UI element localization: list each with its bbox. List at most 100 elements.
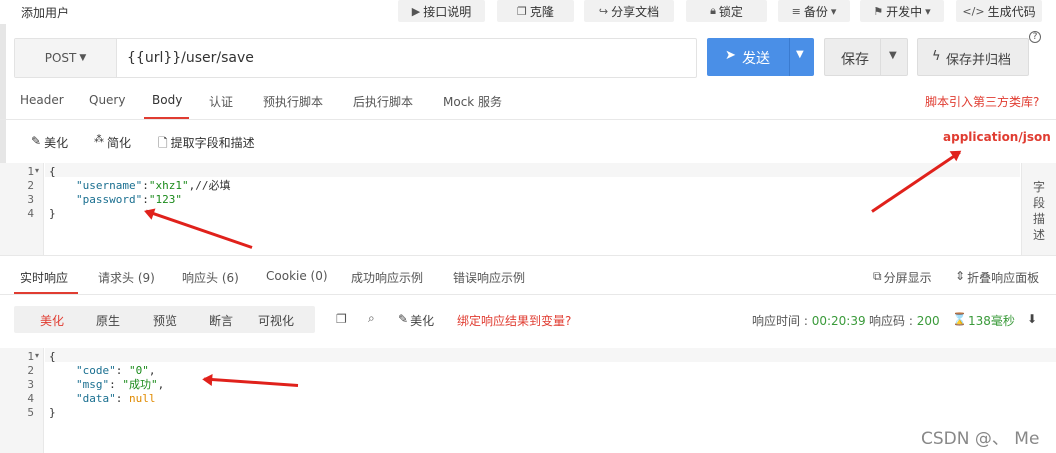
pen-icon: ✎ xyxy=(31,134,42,148)
tab-header[interactable]: Header xyxy=(20,93,64,107)
code-line-4: } xyxy=(49,207,230,221)
bind-variable-link[interactable]: 绑定响应结果到变量? xyxy=(457,312,571,329)
send-label: 发送 xyxy=(742,51,770,67)
code-line-1: { xyxy=(49,350,164,364)
view-mode-beautify[interactable]: 美化 xyxy=(40,312,64,329)
send-button[interactable]: ➤ 发送 ▼ xyxy=(707,38,814,76)
method-select[interactable]: POST ▼ xyxy=(15,39,117,77)
share-button[interactable]: ↪ 分享文档 xyxy=(584,0,674,22)
view-mode-assert[interactable]: 断言 xyxy=(209,312,233,329)
caret-down-icon: ▼ xyxy=(79,53,87,63)
copy-icon: ❐ xyxy=(517,4,527,18)
json-value: null xyxy=(129,392,156,405)
content-type-select[interactable]: application/json▼ xyxy=(943,130,1056,144)
api-doc-label: 接口说明 xyxy=(423,4,472,19)
gen-code-button[interactable]: </> 生成代码 xyxy=(956,0,1042,22)
line-number: 5 xyxy=(27,406,34,419)
copy-icon[interactable]: ❐ xyxy=(336,312,347,326)
line-number: 1 xyxy=(27,165,34,178)
tab-auth[interactable]: 认证 xyxy=(209,93,233,110)
save-archive-button[interactable]: ϟ 保存并归档 xyxy=(917,38,1029,76)
json-value: "123" xyxy=(148,193,182,206)
json-colon: : xyxy=(142,179,149,192)
caret-down-icon[interactable]: ▼ xyxy=(889,50,897,61)
tab-response-headers[interactable]: 响应头 (6) xyxy=(182,269,239,286)
response-time-value: 00:20:39 xyxy=(811,314,866,328)
response-tabs-divider xyxy=(0,294,1056,295)
response-editor[interactable]: { "code": "0", "msg": "成功", "data": null… xyxy=(49,350,164,420)
hourglass-icon: ⌛ xyxy=(952,312,967,326)
collapse-label: 折叠响应面板 xyxy=(967,271,1040,285)
line-number: 4 xyxy=(27,392,34,405)
json-key: "msg" xyxy=(76,378,110,391)
view-mode-raw[interactable]: 原生 xyxy=(96,312,120,329)
split-label: 分屏显示 xyxy=(883,271,932,285)
tab-request-headers[interactable]: 请求头 (9) xyxy=(98,269,155,286)
page-title: 添加用户 xyxy=(21,6,70,20)
caret-down-icon[interactable]: ▼ xyxy=(796,49,804,60)
url-bar: POST ▼ {{url}}/user/save xyxy=(14,38,697,78)
json-key: "data" xyxy=(76,392,116,405)
response-beautify-button[interactable]: ✎ 美化 xyxy=(398,312,434,329)
url-input[interactable]: {{url}}/user/save xyxy=(127,39,254,77)
clone-button[interactable]: ❐ 克隆 xyxy=(497,0,574,22)
tab-error-example[interactable]: 错误响应示例 xyxy=(453,269,525,286)
tab-success-example[interactable]: 成功响应示例 xyxy=(351,269,423,286)
simplify-button[interactable]: ⁂ 简化 xyxy=(94,134,131,151)
tab-body[interactable]: Body xyxy=(152,93,182,107)
view-mode-visualize[interactable]: 可视化 xyxy=(258,312,294,329)
response-code-label: 响应码 : xyxy=(869,314,917,328)
close-brace: } xyxy=(49,207,56,220)
field-desc-label: 字段描述 xyxy=(1033,180,1046,242)
tab-cookie[interactable]: Cookie (0) xyxy=(266,269,328,283)
script-library-link[interactable]: 脚本引入第三方类库? xyxy=(925,93,1039,110)
response-beautify-label: 美化 xyxy=(410,314,435,328)
tab-pre-script[interactable]: 预执行脚本 xyxy=(263,93,323,110)
caret-down-icon: ▾ xyxy=(830,4,837,18)
view-mode-preview[interactable]: 预览 xyxy=(153,312,177,329)
tab-post-script[interactable]: 后执行脚本 xyxy=(353,93,413,110)
line-number: 3 xyxy=(27,378,34,391)
json-key: "username" xyxy=(76,179,143,192)
dev-status-label: 开发中 xyxy=(886,4,923,19)
code-line-3: "password":"123" xyxy=(49,193,230,207)
code-line-3: "msg": "成功", xyxy=(76,378,165,391)
code-line-5: } xyxy=(49,406,164,420)
download-icon[interactable]: ⬇ xyxy=(1027,312,1037,326)
response-code: 响应码 : 200 xyxy=(869,312,940,329)
extract-fields-button[interactable]: 🗋︎ 提取字段和描述 xyxy=(158,134,255,155)
collapse-icon: ⇕ xyxy=(955,269,966,283)
save-button[interactable]: 保存 ▼ xyxy=(824,38,908,76)
response-time-label: 响应时间 : xyxy=(752,314,812,328)
code-icon: </> xyxy=(962,4,985,18)
body-editor[interactable]: { "username":"xhz1",//必填 "password":"123… xyxy=(49,165,230,221)
fold-icon[interactable]: ▾ xyxy=(35,166,39,175)
save-divider xyxy=(880,39,881,75)
response-duration: 138毫秒 xyxy=(968,314,1015,328)
send-divider xyxy=(789,38,790,76)
tab-realtime-response[interactable]: 实时响应 xyxy=(20,269,68,286)
split-view-button[interactable]: ⧉ 分屏显示 xyxy=(873,269,932,286)
collapse-panel-button[interactable]: ⇕ 折叠响应面板 xyxy=(955,269,1039,286)
open-brace: { xyxy=(49,165,56,178)
search-icon[interactable]: ⌕ xyxy=(368,311,375,326)
dev-status-button[interactable]: ⚑ 开发中 ▾ xyxy=(860,0,944,22)
watermark: CSDN @、 Me xyxy=(921,429,1040,449)
field-desc-panel[interactable]: 字段描述 xyxy=(1021,163,1056,255)
lock-icon: 🔒︎ xyxy=(710,4,716,17)
simplify-label: 简化 xyxy=(107,136,132,150)
response-time: 响应时间 : 00:20:39 xyxy=(752,312,866,329)
json-value: "0" xyxy=(129,364,149,377)
line-number: 4 xyxy=(27,207,34,220)
api-doc-button[interactable]: ▶ 接口说明 xyxy=(398,0,485,22)
lock-button[interactable]: 🔒︎ 锁定 xyxy=(686,0,767,22)
beautify-button[interactable]: ✎ 美化 xyxy=(31,134,68,151)
tab-mock[interactable]: Mock 服务 xyxy=(443,93,502,110)
close-brace: } xyxy=(49,406,56,419)
fold-icon[interactable]: ▾ xyxy=(35,351,39,360)
gen-code-label: 生成代码 xyxy=(987,4,1036,19)
tab-query[interactable]: Query xyxy=(89,93,125,107)
backup-button[interactable]: ≡ 备份 ▾ xyxy=(778,0,850,22)
help-icon[interactable]: ? xyxy=(1029,31,1041,43)
play-icon: ▶ xyxy=(411,4,421,18)
